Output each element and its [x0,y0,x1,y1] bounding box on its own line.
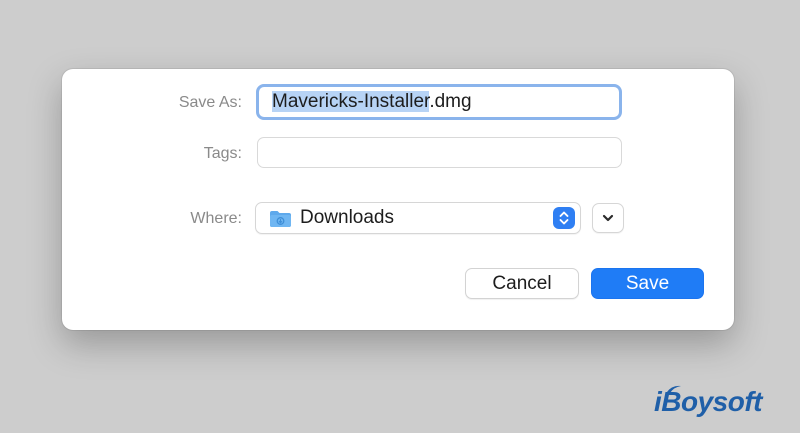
save-as-input[interactable]: Mavericks-Installer.dmg [256,84,622,120]
folder-icon [270,211,291,227]
tags-input[interactable] [257,137,622,168]
tags-label: Tags: [203,145,242,162]
chevron-down-icon [602,214,614,222]
iboysoft-watermark-logo: iBoysoft [648,384,788,428]
expand-dialog-button[interactable] [592,203,624,233]
save-dialog: Save As: Mavericks-Installer.dmg Tags: W… [62,69,734,330]
up-down-chevron-icon[interactable] [553,207,575,229]
cancel-button[interactable]: Cancel [465,268,579,299]
where-popup-button[interactable]: Downloads [255,202,581,234]
filename-selected-text: Mavericks-Installer [272,91,430,112]
save-as-label: Save As: [178,94,242,111]
where-value: Downloads [300,207,394,228]
save-button[interactable]: Save [591,268,704,299]
watermark-text: iBoysoft [654,386,763,417]
where-label: Where: [190,210,242,227]
filename-extension: .dmg [429,91,472,112]
